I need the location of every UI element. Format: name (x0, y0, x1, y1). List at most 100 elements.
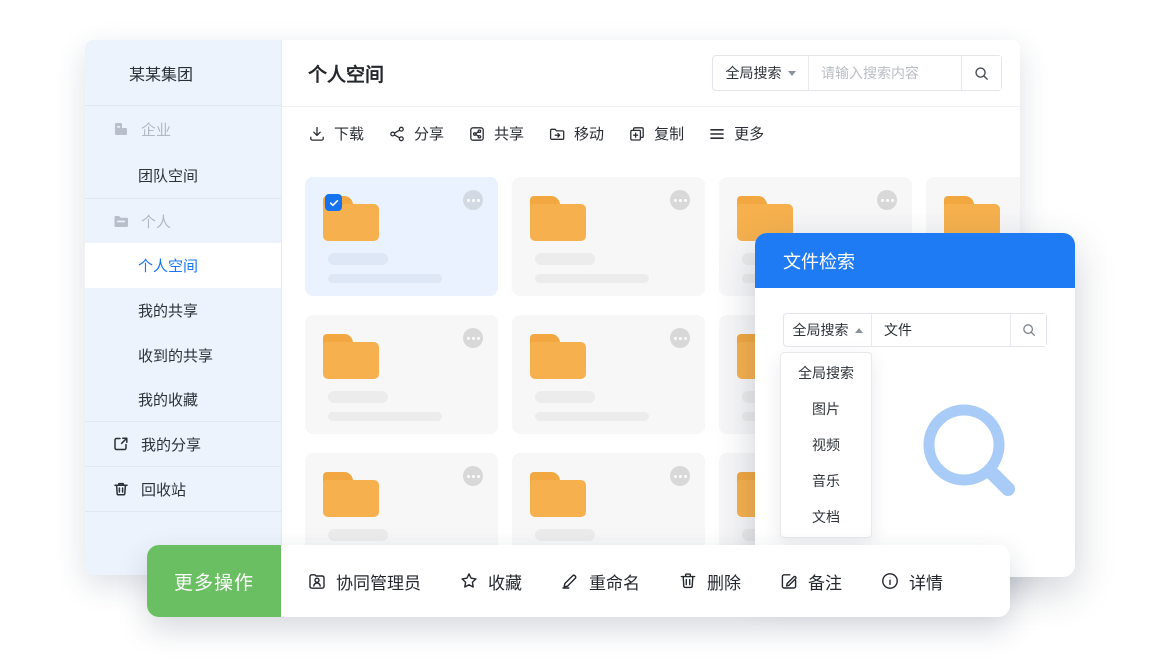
collaborator-icon (307, 571, 327, 591)
action-label: 详情 (909, 569, 943, 594)
file-name-placeholder (535, 529, 595, 541)
file-name-placeholder (535, 253, 595, 265)
sidebar-item-label: 收到的共享 (138, 345, 213, 366)
menu-option-documents[interactable]: 文档 (781, 499, 871, 535)
delete-icon (678, 571, 698, 591)
note-button[interactable]: 备注 (779, 569, 842, 594)
sidebar-item-my-shared[interactable]: 我的共享 (85, 288, 281, 333)
sidebar-item-label: 团队空间 (138, 165, 198, 186)
menu-option-global[interactable]: 全局搜索 (781, 355, 871, 391)
toolbar-label: 分享 (414, 123, 444, 144)
card-more-icon[interactable] (463, 466, 483, 486)
toolbar: 下载 分享 共享 移动 复制 (282, 107, 1020, 160)
panel-scope-label: 全局搜索 (793, 320, 849, 340)
share-icon (388, 125, 406, 143)
export-icon (112, 435, 130, 453)
search-scope-label: 全局搜索 (726, 63, 782, 83)
menu-option-images[interactable]: 图片 (781, 391, 871, 427)
panel-search-input[interactable] (872, 314, 1010, 346)
toolbar-label: 复制 (654, 123, 684, 144)
details-button[interactable]: 详情 (880, 569, 943, 594)
rename-icon (560, 571, 580, 591)
file-meta-placeholder (535, 412, 649, 421)
panel-scope-dropdown[interactable]: 全局搜索 (784, 314, 872, 346)
move-icon (548, 125, 566, 143)
favorite-button[interactable]: 收藏 (459, 569, 522, 594)
sidebar-item-label: 我的共享 (138, 300, 198, 321)
folder-icon (530, 472, 586, 517)
action-label: 备注 (808, 569, 842, 594)
search-button[interactable] (961, 56, 1001, 90)
sidebar-item-recycle-bin[interactable]: 回收站 (85, 467, 281, 512)
file-card[interactable] (512, 177, 705, 296)
building-icon (112, 120, 130, 138)
sidebar-item-personal[interactable]: 个人 (85, 199, 281, 243)
download-button[interactable]: 下载 (308, 123, 364, 144)
action-items: 协同管理员 收藏 重命名 删除 备注 详情 (281, 545, 1010, 617)
card-more-icon[interactable] (463, 328, 483, 348)
card-more-icon[interactable] (877, 190, 897, 210)
sidebar-item-label: 我的分享 (141, 434, 201, 455)
folder-icon (530, 334, 586, 379)
card-more-icon[interactable] (670, 466, 690, 486)
shared-button[interactable]: 共享 (468, 123, 524, 144)
rename-button[interactable]: 重命名 (560, 569, 640, 594)
more-actions-button[interactable]: 更多操作 (147, 545, 281, 617)
collaborator-admin-button[interactable]: 协同管理员 (307, 569, 421, 594)
chevron-down-icon (788, 71, 796, 76)
toolbar-label: 共享 (494, 123, 524, 144)
note-icon (779, 571, 799, 591)
info-icon (880, 571, 900, 591)
panel-title: 文件检索 (755, 233, 1075, 288)
file-card[interactable] (305, 177, 498, 296)
folder-icon (323, 472, 379, 517)
sidebar-item-my-shares[interactable]: 我的分享 (85, 422, 281, 467)
action-label: 协同管理员 (336, 569, 421, 594)
card-more-icon[interactable] (670, 328, 690, 348)
menu-option-music[interactable]: 音乐 (781, 463, 871, 499)
page-title: 个人空间 (308, 60, 384, 87)
org-name: 某某集团 (85, 40, 281, 106)
large-magnifier-illustration (909, 398, 1019, 508)
action-label: 收藏 (488, 569, 522, 594)
file-meta-placeholder (535, 274, 649, 283)
search-scope-dropdown[interactable]: 全局搜索 (713, 56, 809, 90)
sidebar-item-personal-space[interactable]: 个人空间 (85, 243, 281, 288)
trash-icon (112, 480, 130, 498)
sidebar-item-enterprise[interactable]: 企业 (85, 106, 281, 152)
more-icon (708, 125, 726, 143)
sidebar-item-label: 个人 (141, 211, 171, 232)
app-screenshot: 某某集团 企业 团队空间 个人 个人空间 我的共享 (0, 0, 1160, 660)
card-more-icon[interactable] (463, 190, 483, 210)
delete-button[interactable]: 删除 (678, 569, 741, 594)
bottom-action-bar: 更多操作 协同管理员 收藏 重命名 删除 备注 (147, 545, 1010, 617)
folder-icon (530, 196, 586, 241)
copy-button[interactable]: 复制 (628, 123, 684, 144)
search-input[interactable] (809, 56, 961, 90)
file-card[interactable] (512, 315, 705, 434)
move-button[interactable]: 移动 (548, 123, 604, 144)
folder-icon (323, 334, 379, 379)
sidebar-item-my-favorites[interactable]: 我的收藏 (85, 378, 281, 422)
personal-folder-icon (112, 212, 130, 230)
file-search-panel: 文件检索 全局搜索 全局搜索 图片 视频 音乐 文档 (755, 233, 1075, 577)
action-label: 重命名 (589, 569, 640, 594)
card-more-icon[interactable] (670, 190, 690, 210)
share-button[interactable]: 分享 (388, 123, 444, 144)
more-button[interactable]: 更多 (708, 123, 764, 144)
toolbar-label: 更多 (734, 123, 764, 144)
global-search-box: 全局搜索 (712, 55, 1002, 91)
menu-option-videos[interactable]: 视频 (781, 427, 871, 463)
panel-search-button[interactable] (1010, 314, 1046, 346)
sidebar-item-received-shared[interactable]: 收到的共享 (85, 333, 281, 378)
download-icon (308, 125, 326, 143)
file-name-placeholder (328, 253, 388, 265)
file-meta-placeholder (328, 412, 442, 421)
main-header: 个人空间 全局搜索 (282, 40, 1020, 107)
file-card[interactable] (305, 315, 498, 434)
checkbox-checked-icon[interactable] (325, 194, 342, 211)
sidebar-item-team-space[interactable]: 团队空间 (85, 152, 281, 199)
action-label: 删除 (707, 569, 741, 594)
file-name-placeholder (328, 391, 388, 403)
star-icon (459, 571, 479, 591)
